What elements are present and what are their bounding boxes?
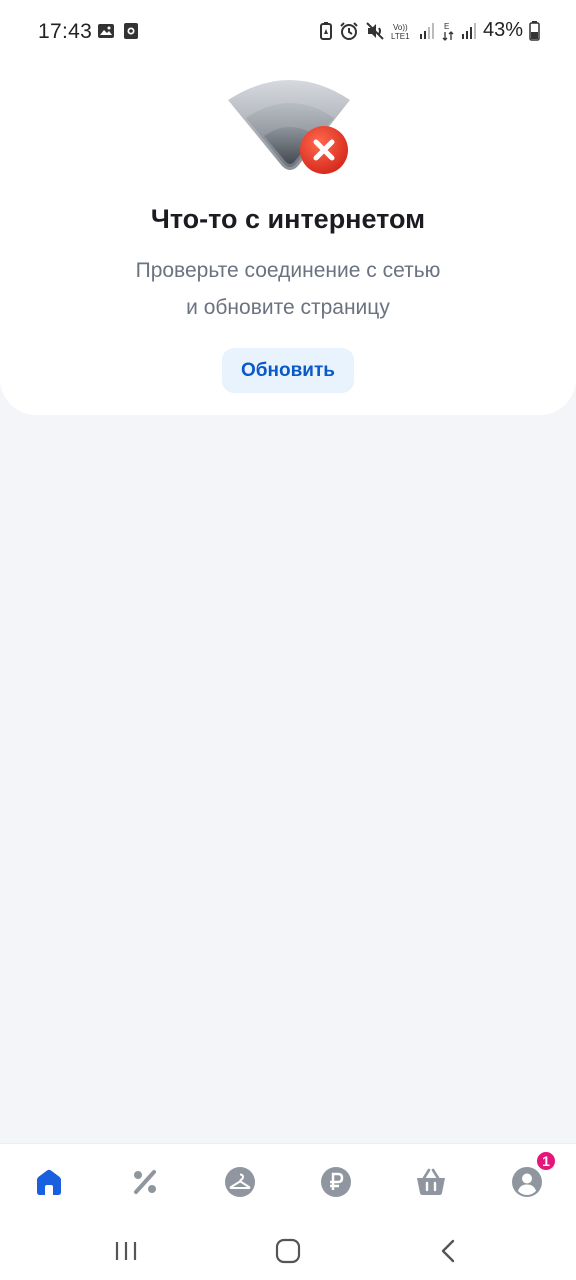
- mute-icon: [366, 21, 384, 40]
- svg-text:LTE1: LTE1: [391, 32, 410, 41]
- data-icon: E: [442, 22, 454, 41]
- nav-payment[interactable]: [316, 1162, 356, 1202]
- nav-profile[interactable]: 1: [507, 1150, 557, 1202]
- description-line-1: Проверьте соединение с сетью: [135, 259, 441, 282]
- home-button[interactable]: [268, 1231, 308, 1271]
- svg-text:Vo)): Vo)): [393, 23, 408, 32]
- description-line-2: и обновите страницу: [186, 296, 390, 319]
- profile-icon: [512, 1167, 542, 1197]
- back-button[interactable]: [429, 1231, 469, 1271]
- bottom-nav: 1: [0, 1143, 576, 1219]
- status-time: 17:43: [38, 20, 93, 43]
- hanger-icon: [225, 1167, 255, 1197]
- svg-text:E: E: [444, 22, 449, 31]
- signal-icon: [419, 22, 434, 39]
- refresh-button[interactable]: Обновить: [222, 348, 354, 393]
- recent-apps-icon: [115, 1242, 137, 1260]
- home-icon: [37, 1169, 61, 1195]
- alarm-icon: [340, 21, 358, 40]
- error-card: Что-то с интернетом Проверьте соединение…: [0, 62, 576, 415]
- camera-icon: [124, 23, 138, 39]
- nav-promo[interactable]: [125, 1162, 165, 1202]
- nav-catalog[interactable]: [220, 1162, 260, 1202]
- battery-percent: 43%: [482, 19, 523, 41]
- image-icon: [98, 24, 114, 38]
- basket-icon: [417, 1168, 445, 1195]
- wifi-error-icon: [228, 80, 350, 174]
- back-arrow-icon: [441, 1239, 455, 1263]
- error-title: Что-то с интернетом: [150, 204, 426, 234]
- status-bar: 17:43 Vo)) LTE1 E 43%: [0, 0, 576, 62]
- system-nav-bar: [0, 1219, 576, 1280]
- nav-cart[interactable]: [411, 1162, 451, 1202]
- recent-apps-button[interactable]: [106, 1231, 146, 1271]
- percent-icon: [134, 1170, 156, 1194]
- nav-home[interactable]: [29, 1162, 69, 1202]
- battery-saver-icon: [319, 21, 332, 40]
- battery-icon: [529, 20, 540, 41]
- error-description: Проверьте соединение с сетью и обновите …: [60, 252, 516, 326]
- signal-icon: [461, 22, 476, 39]
- ruble-icon: [321, 1167, 351, 1197]
- volte-icon: Vo)) LTE1: [391, 23, 410, 41]
- home-circle-icon: [275, 1238, 301, 1264]
- notification-badge: 1: [535, 1150, 557, 1172]
